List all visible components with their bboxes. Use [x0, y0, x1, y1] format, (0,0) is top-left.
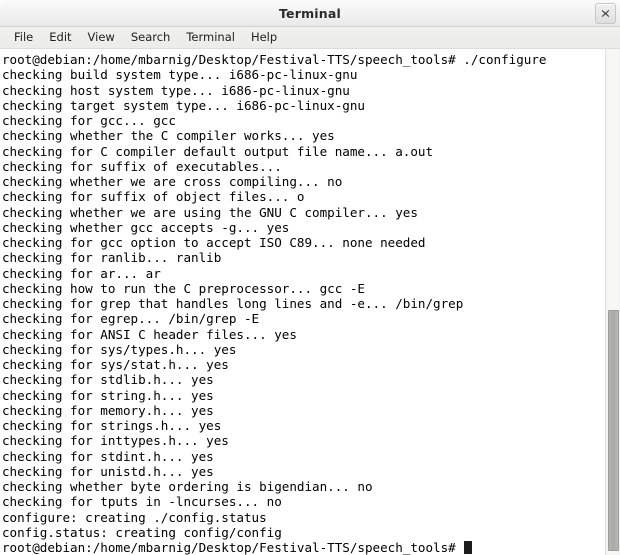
- terminal-line: checking whether we are using the GNU C …: [2, 204, 418, 220]
- menu-item-file[interactable]: File: [6, 29, 41, 46]
- terminal-line: checking for inttypes.h... yes: [2, 433, 229, 449]
- terminal-line: checking whether we are cross compiling.…: [2, 174, 343, 189]
- menu-item-edit[interactable]: Edit: [41, 29, 79, 46]
- terminal-line: checking whether byte ordering is bigend…: [2, 479, 373, 494]
- terminal-line: checking for egrep... /bin/grep -E: [2, 311, 260, 327]
- menu-item-search[interactable]: Search: [123, 29, 179, 46]
- terminal-line: checking build system type... i686-pc-li…: [2, 67, 358, 83]
- scrollbar-thumb[interactable]: [608, 310, 619, 551]
- title-bar: Terminal: [0, 0, 620, 27]
- terminal-line: checking for sys/types.h... yes: [2, 341, 237, 357]
- terminal-prompt-line: root@debian:/home/mbarnig/Desktop/Festiv…: [2, 540, 605, 555]
- terminal-line: checking whether the C compiler works...…: [2, 128, 335, 144]
- window-title: Terminal: [278, 5, 342, 21]
- terminal-line: checking for stdlib.h... yes: [2, 372, 214, 388]
- shell-prompt: root@debian:/home/mbarnig/Desktop/Festiv…: [2, 540, 464, 555]
- terminal-output[interactable]: root@debian:/home/mbarnig/Desktop/Festiv…: [0, 49, 605, 555]
- terminal-line: checking target system type... i686-pc-l…: [2, 97, 365, 113]
- terminal-line: checking for strings.h... yes: [2, 418, 222, 433]
- menu-bar: File Edit View Search Terminal Help: [0, 27, 620, 49]
- terminal-line: checking for sys/stat.h... yes: [2, 357, 229, 372]
- vertical-scrollbar[interactable]: [605, 49, 620, 555]
- terminal-line: config.status: creating config/config: [2, 524, 282, 540]
- terminal-line: checking whether gcc accepts -g... yes: [2, 219, 290, 235]
- terminal-line: checking for tputs in -lncurses... no: [2, 494, 282, 510]
- terminal-area: root@debian:/home/mbarnig/Desktop/Festiv…: [0, 49, 620, 555]
- terminal-line: checking for gcc... gcc: [2, 113, 176, 128]
- terminal-line: root@debian:/home/mbarnig/Desktop/Festiv…: [2, 52, 547, 67]
- terminal-line: checking for unistd.h... yes: [2, 463, 214, 479]
- terminal-line: checking for suffix of executables...: [2, 158, 282, 174]
- menu-item-view[interactable]: View: [80, 29, 123, 46]
- terminal-line: checking for gcc option to accept ISO C8…: [2, 235, 426, 250]
- terminal-line: configure: creating ./config.status: [2, 509, 267, 525]
- terminal-line: checking host system type... i686-pc-lin…: [2, 82, 350, 98]
- terminal-line: checking for ANSI C header files... yes: [2, 326, 297, 342]
- terminal-line: checking for string.h... yes: [2, 387, 214, 403]
- menu-item-help[interactable]: Help: [243, 29, 285, 46]
- terminal-line: checking for ranlib... ranlib: [2, 250, 222, 266]
- menu-item-terminal[interactable]: Terminal: [178, 29, 243, 46]
- terminal-line: checking for suffix of object files... o: [2, 189, 305, 205]
- terminal-window: Terminal File Edit View Search Terminal …: [0, 0, 620, 555]
- terminal-line: checking for memory.h... yes: [2, 402, 214, 418]
- terminal-line: checking for stdint.h... yes: [2, 448, 214, 464]
- terminal-line: checking for grep that handles long line…: [2, 296, 464, 311]
- terminal-line: checking for ar... ar: [2, 265, 161, 281]
- terminal-line: checking how to run the C preprocessor..…: [2, 280, 365, 296]
- close-button[interactable]: [595, 3, 616, 24]
- terminal-line: checking for C compiler default output f…: [2, 143, 434, 159]
- text-cursor: [464, 541, 472, 554]
- close-icon: [601, 9, 610, 18]
